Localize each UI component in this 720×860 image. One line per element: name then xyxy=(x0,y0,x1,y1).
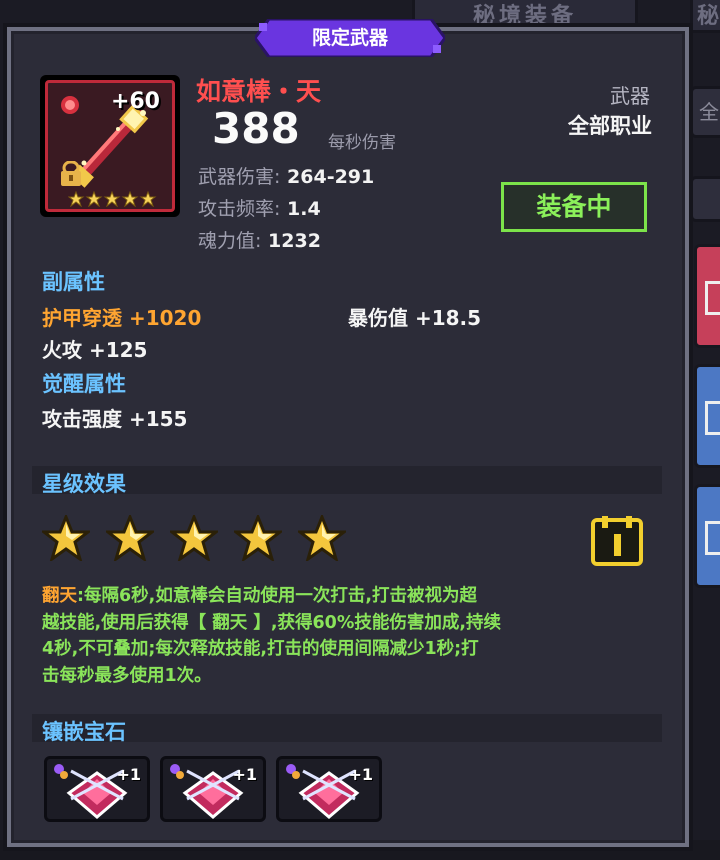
item-icon-inner: +60 xyxy=(45,80,175,212)
star-icon xyxy=(298,515,347,561)
star-icon xyxy=(170,515,219,561)
side-filter-label: 全 xyxy=(699,100,719,124)
stat-damage-value: 264-291 xyxy=(287,166,375,188)
gem-level: +1 xyxy=(116,765,141,784)
stat-soul-power-label: 魂力值: xyxy=(198,230,262,252)
item-icon-frame[interactable]: +60 xyxy=(40,75,180,217)
side-card-blue[interactable] xyxy=(694,364,720,468)
ruby-icon xyxy=(61,96,79,114)
stat-soul-power-value: 1232 xyxy=(268,230,321,252)
gem-level: +1 xyxy=(232,765,257,784)
stat-attack-rate-label: 攻击频率: xyxy=(198,198,281,220)
gem-socket-1[interactable]: +1 xyxy=(44,756,150,822)
background-tab-2[interactable]: 秘 xyxy=(690,0,720,33)
stat-damage: 武器伤害: 264-291 xyxy=(198,162,374,189)
side-box-empty[interactable] xyxy=(690,176,720,222)
badge-label: 限定武器 xyxy=(311,27,388,49)
attr-fire-attack: 火攻 +125 xyxy=(42,338,148,362)
description-line-2: 越技能,使用后获得【 翻天 】,获得60%技能伤害加成,持续 xyxy=(42,612,502,633)
dps-label: 每秒伤害 xyxy=(328,133,396,153)
gem-socket-3[interactable]: +1 xyxy=(276,756,382,822)
description-line-4: 击每秒最多使用1次。 xyxy=(42,665,212,686)
side-card-mark xyxy=(705,281,720,315)
star-icon xyxy=(42,515,90,561)
info-book-icon[interactable] xyxy=(590,514,644,568)
section-band xyxy=(32,466,662,494)
awaken-attributes-title: 觉醒属性 xyxy=(42,372,126,396)
gem-socket-title: 镶嵌宝石 xyxy=(42,720,126,744)
star-rating xyxy=(42,515,357,565)
equipped-button[interactable]: 装备中 xyxy=(501,182,647,232)
stat-soul-power: 魂力值: 1232 xyxy=(198,226,321,253)
limited-weapon-badge: 限定武器 xyxy=(255,19,445,57)
item-level: +60 xyxy=(110,89,160,114)
star-effect-title: 星级效果 xyxy=(42,472,126,496)
mini-star-rating xyxy=(68,191,157,207)
star-icon xyxy=(234,515,283,561)
star-icon xyxy=(106,515,155,561)
secondary-attributes-title: 副属性 xyxy=(42,270,105,294)
gem-level: +1 xyxy=(348,765,373,784)
stat-damage-label: 武器伤害: xyxy=(198,166,281,188)
star-effect-description: 翻天:每隔6秒,如意棒会自动使用一次打击,打击被视为超 越技能,使用后获得【 翻… xyxy=(42,583,646,689)
attr-crit-damage: 暴伤值 +18.5 xyxy=(348,306,482,330)
side-card-blue-2[interactable] xyxy=(694,484,720,588)
description-line-3: 4秒,不可叠加;每次释放技能,打击的使用间隔减少1秒;打 xyxy=(42,639,479,659)
dps-value: 388 xyxy=(212,104,300,153)
side-filter-box[interactable]: 全 xyxy=(690,86,720,138)
description-line-1: :每隔6秒,如意棒会自动使用一次打击,打击被视为超 xyxy=(77,586,477,606)
skill-name: 翻天 xyxy=(42,586,77,606)
attr-armor-pen: 护甲穿透 +1020 xyxy=(42,306,202,330)
attr-attack-strength: 攻击强度 +155 xyxy=(42,407,188,431)
stat-attack-rate-value: 1.4 xyxy=(287,198,321,220)
section-band xyxy=(32,714,662,742)
side-card-red[interactable] xyxy=(694,244,720,348)
side-card-mark xyxy=(705,401,720,435)
lock-icon xyxy=(61,161,81,186)
stat-attack-rate: 攻击频率: 1.4 xyxy=(198,194,321,221)
item-class: 全部职业 xyxy=(568,114,652,138)
gem-socket-2[interactable]: +1 xyxy=(160,756,266,822)
weapon-name: 如意棒・天 xyxy=(196,77,322,106)
side-card-mark xyxy=(705,521,720,555)
item-type: 武器 xyxy=(610,84,650,108)
